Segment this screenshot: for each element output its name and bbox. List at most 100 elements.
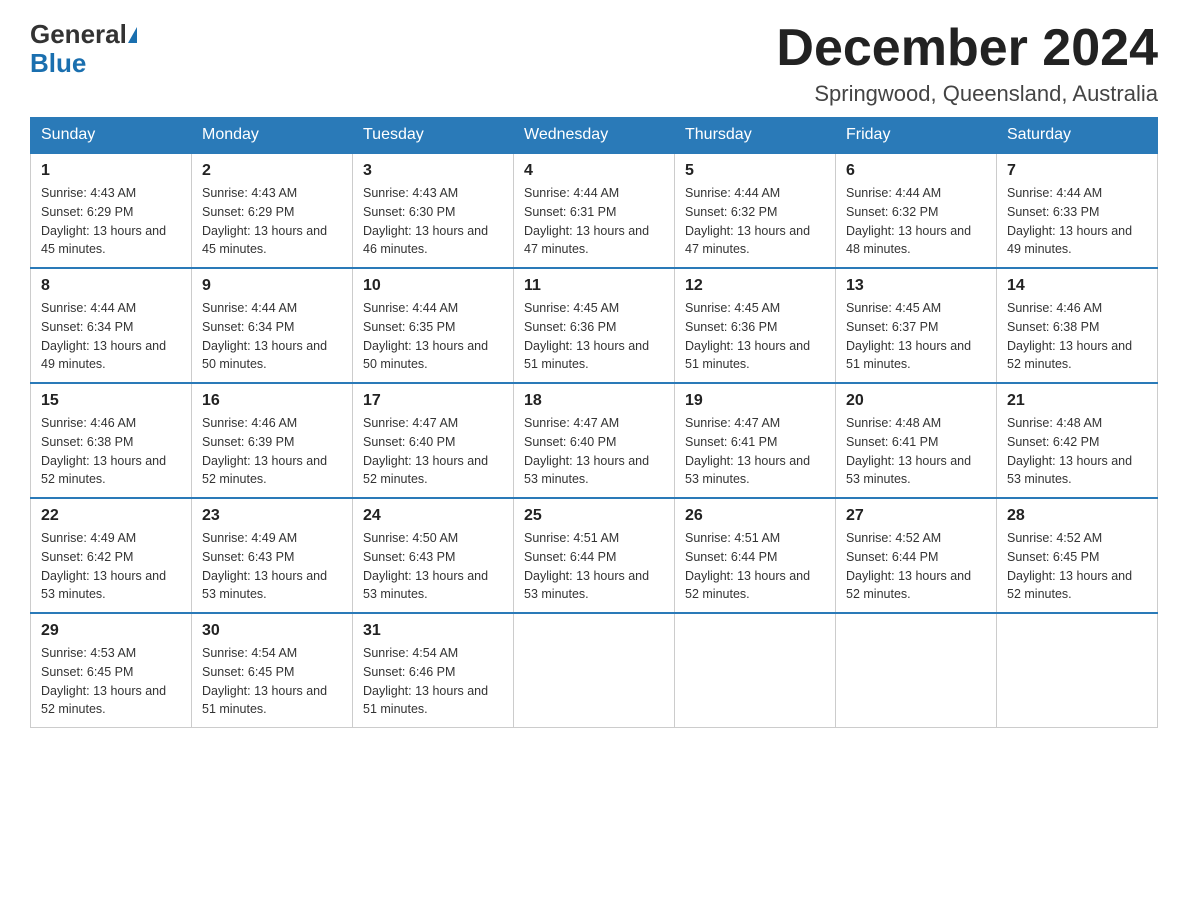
page-header: General Blue December 2024 Springwood, Q… [30,20,1158,107]
day-info: Sunrise: 4:49 AM Sunset: 6:42 PM Dayligh… [41,529,181,604]
day-number: 20 [846,392,986,410]
calendar-day-cell: 31 Sunrise: 4:54 AM Sunset: 6:46 PM Dayl… [353,613,514,728]
day-info: Sunrise: 4:53 AM Sunset: 6:45 PM Dayligh… [41,644,181,719]
day-info: Sunrise: 4:54 AM Sunset: 6:45 PM Dayligh… [202,644,342,719]
day-number: 9 [202,277,342,295]
day-info: Sunrise: 4:47 AM Sunset: 6:41 PM Dayligh… [685,414,825,489]
day-number: 10 [363,277,503,295]
logo-line2: Blue [30,49,137,78]
calendar-day-cell: 18 Sunrise: 4:47 AM Sunset: 6:40 PM Dayl… [514,383,675,498]
day-info: Sunrise: 4:46 AM Sunset: 6:39 PM Dayligh… [202,414,342,489]
calendar-day-cell: 19 Sunrise: 4:47 AM Sunset: 6:41 PM Dayl… [675,383,836,498]
calendar-day-cell: 7 Sunrise: 4:44 AM Sunset: 6:33 PM Dayli… [997,153,1158,268]
calendar-day-cell: 5 Sunrise: 4:44 AM Sunset: 6:32 PM Dayli… [675,153,836,268]
day-info: Sunrise: 4:48 AM Sunset: 6:41 PM Dayligh… [846,414,986,489]
calendar-day-cell: 27 Sunrise: 4:52 AM Sunset: 6:44 PM Dayl… [836,498,997,613]
calendar-day-cell: 9 Sunrise: 4:44 AM Sunset: 6:34 PM Dayli… [192,268,353,383]
calendar-day-cell: 12 Sunrise: 4:45 AM Sunset: 6:36 PM Dayl… [675,268,836,383]
calendar-day-cell: 22 Sunrise: 4:49 AM Sunset: 6:42 PM Dayl… [31,498,192,613]
day-number: 30 [202,622,342,640]
day-number: 29 [41,622,181,640]
calendar-day-cell: 24 Sunrise: 4:50 AM Sunset: 6:43 PM Dayl… [353,498,514,613]
day-number: 22 [41,507,181,525]
day-info: Sunrise: 4:51 AM Sunset: 6:44 PM Dayligh… [524,529,664,604]
day-of-week-header: Thursday [675,118,836,154]
day-of-week-header: Friday [836,118,997,154]
calendar-day-cell: 2 Sunrise: 4:43 AM Sunset: 6:29 PM Dayli… [192,153,353,268]
day-info: Sunrise: 4:47 AM Sunset: 6:40 PM Dayligh… [524,414,664,489]
day-number: 26 [685,507,825,525]
day-number: 25 [524,507,664,525]
day-number: 8 [41,277,181,295]
calendar-day-cell: 13 Sunrise: 4:45 AM Sunset: 6:37 PM Dayl… [836,268,997,383]
day-info: Sunrise: 4:43 AM Sunset: 6:29 PM Dayligh… [41,184,181,259]
logo: General Blue [30,20,137,77]
day-info: Sunrise: 4:48 AM Sunset: 6:42 PM Dayligh… [1007,414,1147,489]
day-number: 6 [846,162,986,180]
calendar-day-cell: 1 Sunrise: 4:43 AM Sunset: 6:29 PM Dayli… [31,153,192,268]
calendar-day-cell: 17 Sunrise: 4:47 AM Sunset: 6:40 PM Dayl… [353,383,514,498]
calendar-day-cell: 6 Sunrise: 4:44 AM Sunset: 6:32 PM Dayli… [836,153,997,268]
day-info: Sunrise: 4:43 AM Sunset: 6:30 PM Dayligh… [363,184,503,259]
day-info: Sunrise: 4:44 AM Sunset: 6:34 PM Dayligh… [41,299,181,374]
calendar-day-cell: 3 Sunrise: 4:43 AM Sunset: 6:30 PM Dayli… [353,153,514,268]
day-info: Sunrise: 4:49 AM Sunset: 6:43 PM Dayligh… [202,529,342,604]
calendar-day-cell [514,613,675,728]
calendar-day-cell [997,613,1158,728]
day-number: 15 [41,392,181,410]
day-of-week-header: Sunday [31,118,192,154]
calendar-week-row: 29 Sunrise: 4:53 AM Sunset: 6:45 PM Dayl… [31,613,1158,728]
day-info: Sunrise: 4:47 AM Sunset: 6:40 PM Dayligh… [363,414,503,489]
calendar-day-cell: 26 Sunrise: 4:51 AM Sunset: 6:44 PM Dayl… [675,498,836,613]
day-number: 5 [685,162,825,180]
day-info: Sunrise: 4:44 AM Sunset: 6:33 PM Dayligh… [1007,184,1147,259]
day-of-week-header: Monday [192,118,353,154]
calendar-week-row: 15 Sunrise: 4:46 AM Sunset: 6:38 PM Dayl… [31,383,1158,498]
calendar-title: December 2024 [776,20,1158,77]
day-number: 24 [363,507,503,525]
day-number: 17 [363,392,503,410]
day-info: Sunrise: 4:45 AM Sunset: 6:36 PM Dayligh… [685,299,825,374]
day-info: Sunrise: 4:46 AM Sunset: 6:38 PM Dayligh… [1007,299,1147,374]
day-number: 28 [1007,507,1147,525]
day-number: 16 [202,392,342,410]
calendar-day-cell: 20 Sunrise: 4:48 AM Sunset: 6:41 PM Dayl… [836,383,997,498]
calendar-subtitle: Springwood, Queensland, Australia [776,81,1158,107]
day-info: Sunrise: 4:45 AM Sunset: 6:37 PM Dayligh… [846,299,986,374]
day-number: 12 [685,277,825,295]
day-number: 2 [202,162,342,180]
day-number: 4 [524,162,664,180]
day-info: Sunrise: 4:44 AM Sunset: 6:35 PM Dayligh… [363,299,503,374]
day-number: 3 [363,162,503,180]
day-info: Sunrise: 4:54 AM Sunset: 6:46 PM Dayligh… [363,644,503,719]
calendar-day-cell: 4 Sunrise: 4:44 AM Sunset: 6:31 PM Dayli… [514,153,675,268]
day-info: Sunrise: 4:46 AM Sunset: 6:38 PM Dayligh… [41,414,181,489]
day-number: 13 [846,277,986,295]
calendar-day-cell [675,613,836,728]
day-of-week-header: Saturday [997,118,1158,154]
calendar-day-cell: 8 Sunrise: 4:44 AM Sunset: 6:34 PM Dayli… [31,268,192,383]
day-info: Sunrise: 4:52 AM Sunset: 6:45 PM Dayligh… [1007,529,1147,604]
calendar-day-cell [836,613,997,728]
calendar-day-cell: 30 Sunrise: 4:54 AM Sunset: 6:45 PM Dayl… [192,613,353,728]
day-number: 7 [1007,162,1147,180]
day-of-week-header: Tuesday [353,118,514,154]
day-info: Sunrise: 4:44 AM Sunset: 6:32 PM Dayligh… [685,184,825,259]
calendar-day-cell: 14 Sunrise: 4:46 AM Sunset: 6:38 PM Dayl… [997,268,1158,383]
calendar-day-cell: 25 Sunrise: 4:51 AM Sunset: 6:44 PM Dayl… [514,498,675,613]
day-number: 23 [202,507,342,525]
calendar-day-cell: 23 Sunrise: 4:49 AM Sunset: 6:43 PM Dayl… [192,498,353,613]
calendar-day-cell: 10 Sunrise: 4:44 AM Sunset: 6:35 PM Dayl… [353,268,514,383]
day-info: Sunrise: 4:43 AM Sunset: 6:29 PM Dayligh… [202,184,342,259]
day-number: 21 [1007,392,1147,410]
calendar-day-cell: 11 Sunrise: 4:45 AM Sunset: 6:36 PM Dayl… [514,268,675,383]
day-of-week-header: Wednesday [514,118,675,154]
day-info: Sunrise: 4:44 AM Sunset: 6:34 PM Dayligh… [202,299,342,374]
day-info: Sunrise: 4:45 AM Sunset: 6:36 PM Dayligh… [524,299,664,374]
calendar-week-row: 1 Sunrise: 4:43 AM Sunset: 6:29 PM Dayli… [31,153,1158,268]
calendar-day-cell: 15 Sunrise: 4:46 AM Sunset: 6:38 PM Dayl… [31,383,192,498]
day-info: Sunrise: 4:44 AM Sunset: 6:31 PM Dayligh… [524,184,664,259]
day-info: Sunrise: 4:50 AM Sunset: 6:43 PM Dayligh… [363,529,503,604]
calendar-week-row: 22 Sunrise: 4:49 AM Sunset: 6:42 PM Dayl… [31,498,1158,613]
logo-line1: General [30,20,137,49]
